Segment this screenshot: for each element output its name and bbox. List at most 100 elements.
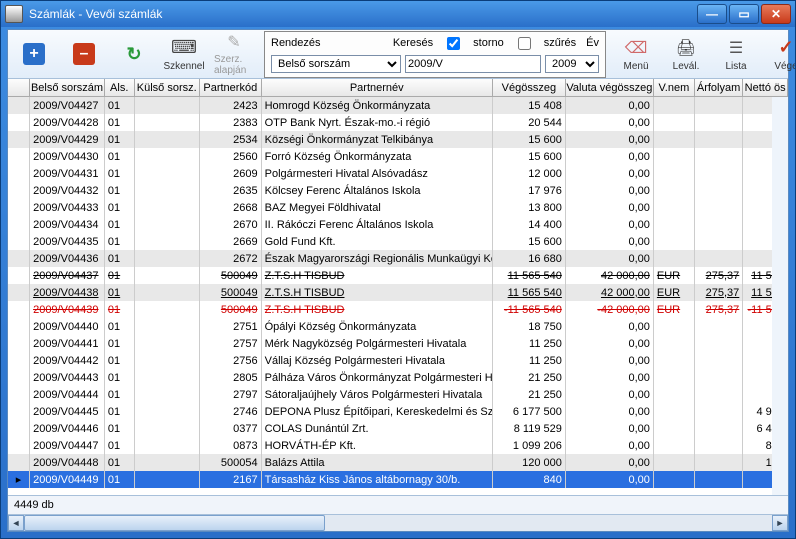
cell-partnerkod: 2383 [200, 114, 262, 131]
table-row[interactable]: 2009/V04432012635Kölcsey Ferenc Általáno… [8, 182, 788, 199]
row-marker [8, 97, 30, 114]
cell-vnem [654, 454, 695, 471]
table-row[interactable]: 2009/V0443901500049Z.T.S.H TISBUD-11 565… [8, 301, 788, 318]
cell-belso: 2009/V04427 [30, 97, 105, 114]
cell-valuta: 42 000,00 [566, 267, 654, 284]
cell-vegosszeg: 16 680 [493, 250, 566, 267]
cell-kulso [135, 403, 200, 420]
cell-valuta: 0,00 [566, 471, 654, 488]
table-row[interactable]: 2009/V04433012668BAZ Megyei Földhivatal1… [8, 199, 788, 216]
minimize-button[interactable]: — [697, 4, 727, 24]
table-row[interactable]: 2009/V04436012672Észak Magyarországi Reg… [8, 250, 788, 267]
cell-kulso [135, 199, 200, 216]
table-row[interactable]: 2009/V0444801500054Balázs Attila120 0000… [8, 454, 788, 471]
table-row[interactable]: 2009/V04445012746DEPONA Plusz Építőipari… [8, 403, 788, 420]
table-row[interactable]: 2009/V04443012805Pálháza Város Önkormány… [8, 369, 788, 386]
cell-partnernev: DEPONA Plusz Építőipari, Kereskedelmi és… [262, 403, 493, 420]
cell-als: 01 [105, 420, 135, 437]
ev-select[interactable]: 2009 [545, 55, 599, 73]
table-row[interactable]: 2009/V04428012383OTP Bank Nyrt. Észak-mo… [8, 114, 788, 131]
col-netto[interactable]: Nettó ös [743, 79, 788, 96]
close-button[interactable]: ✕ [761, 4, 791, 24]
cell-partnernev: Homrogd Község Önkormányzata [262, 97, 493, 114]
col-vnem[interactable]: V.nem [654, 79, 695, 96]
hscroll-track[interactable] [24, 515, 772, 531]
horizontal-scrollbar[interactable]: ◄ ► [8, 514, 788, 531]
cell-vnem: EUR [654, 267, 695, 284]
col-partnernev[interactable]: Partnernév [262, 79, 493, 96]
cell-arfolyam [695, 318, 743, 335]
leval-button[interactable]: Levál. [666, 33, 706, 75]
refresh-button[interactable] [114, 33, 154, 75]
menu-button[interactable]: Menü [616, 33, 656, 75]
table-row[interactable]: 2009/V04447010873HORVÁTH-ÉP Kft.1 099 20… [8, 437, 788, 454]
cell-belso: 2009/V04436 [30, 250, 105, 267]
table-row[interactable]: ▸2009/V04449012167Társasház Kiss János a… [8, 471, 788, 488]
table-row[interactable]: 2009/V0443801500049Z.T.S.H TISBUD11 565 … [8, 284, 788, 301]
table-row[interactable]: 2009/V04435012669Gold Fund Kft.15 6000,0… [8, 233, 788, 250]
grid-body[interactable]: 2009/V04427012423Homrogd Község Önkormán… [8, 97, 788, 495]
maximize-button[interactable]: ▭ [729, 4, 759, 24]
cell-als: 01 [105, 182, 135, 199]
scan-button[interactable]: Szkennel [164, 33, 204, 75]
col-arfolyam[interactable]: Árfolyam [695, 79, 743, 96]
vertical-scrollbar[interactable] [772, 97, 788, 495]
table-row[interactable]: 2009/V0443701500049Z.T.S.H TISBUD11 565 … [8, 267, 788, 284]
table-row[interactable]: 2009/V04429012534Községi Önkormányzat Te… [8, 131, 788, 148]
table-row[interactable]: 2009/V04434012670II. Rákóczi Ferenc Álta… [8, 216, 788, 233]
col-vegosszeg[interactable]: Végösszeg [493, 79, 566, 96]
row-marker [8, 403, 30, 420]
col-marker[interactable] [8, 79, 30, 96]
cell-valuta: 0,00 [566, 352, 654, 369]
cell-partnernev: Észak Magyarországi Regionális Munkaügyi… [262, 250, 493, 267]
cell-partnernev: Vállaj Község Polgármesteri Hivatala [262, 352, 493, 369]
col-belso[interactable]: Belső sorszám [30, 79, 105, 96]
cell-vegosszeg: 15 600 [493, 148, 566, 165]
kereses-input[interactable] [405, 55, 541, 73]
hscroll-left[interactable]: ◄ [8, 515, 24, 531]
szures-label: szűrés [544, 37, 576, 49]
col-valuta[interactable]: Valuta végösszeg [566, 79, 654, 96]
hscroll-right[interactable]: ► [772, 515, 788, 531]
cell-als: 01 [105, 284, 135, 301]
szures-checkbox[interactable] [518, 37, 531, 50]
row-marker [8, 318, 30, 335]
lista-button[interactable]: Lista [716, 33, 756, 75]
cell-arfolyam [695, 471, 743, 488]
table-row[interactable]: 2009/V04444012797Sátoraljaújhely Város P… [8, 386, 788, 403]
cell-kulso [135, 267, 200, 284]
cell-partnerkod: 2534 [200, 131, 262, 148]
vege-button[interactable]: Vége [766, 33, 796, 75]
table-row[interactable]: 2009/V04430012560Forró Község Önkormányz… [8, 148, 788, 165]
cell-vnem [654, 165, 695, 182]
row-marker [8, 369, 30, 386]
storno-checkbox[interactable] [447, 37, 460, 50]
cell-valuta: 0,00 [566, 131, 654, 148]
table-row[interactable]: 2009/V04442012756Vállaj Község Polgármes… [8, 352, 788, 369]
rendezes-select[interactable]: Belső sorszám [271, 55, 401, 73]
row-marker [8, 437, 30, 454]
cell-valuta: 0,00 [566, 199, 654, 216]
cell-als: 01 [105, 386, 135, 403]
delete-button[interactable]: – [64, 33, 104, 75]
lista-label: Lista [725, 61, 746, 72]
window: Számlák - Vevői számlák — ▭ ✕ + – Szkenn… [0, 0, 796, 539]
add-button[interactable]: + [14, 33, 54, 75]
table-row[interactable]: 2009/V04446010377COLAS Dunántúl Zrt.8 11… [8, 420, 788, 437]
table-row[interactable]: 2009/V04431012609Polgármesteri Hivatal A… [8, 165, 788, 182]
hscroll-thumb[interactable] [24, 515, 325, 531]
table-row[interactable]: 2009/V04441012757Mérk Nagyközség Polgárm… [8, 335, 788, 352]
cell-vnem [654, 199, 695, 216]
cell-vnem [654, 437, 695, 454]
col-kulso[interactable]: Külső sorsz. [135, 79, 200, 96]
cell-als: 01 [105, 301, 135, 318]
szerz-label: Szerz. alapján [214, 54, 254, 76]
col-als[interactable]: Als. [105, 79, 135, 96]
cell-belso: 2009/V04432 [30, 182, 105, 199]
col-partnerkod[interactable]: Partnerkód [200, 79, 262, 96]
cell-vegosszeg: 21 250 [493, 386, 566, 403]
table-row[interactable]: 2009/V04427012423Homrogd Község Önkormán… [8, 97, 788, 114]
cell-als: 01 [105, 369, 135, 386]
cell-vegosszeg: 8 119 529 [493, 420, 566, 437]
table-row[interactable]: 2009/V04440012751Ópályi Község Önkormány… [8, 318, 788, 335]
